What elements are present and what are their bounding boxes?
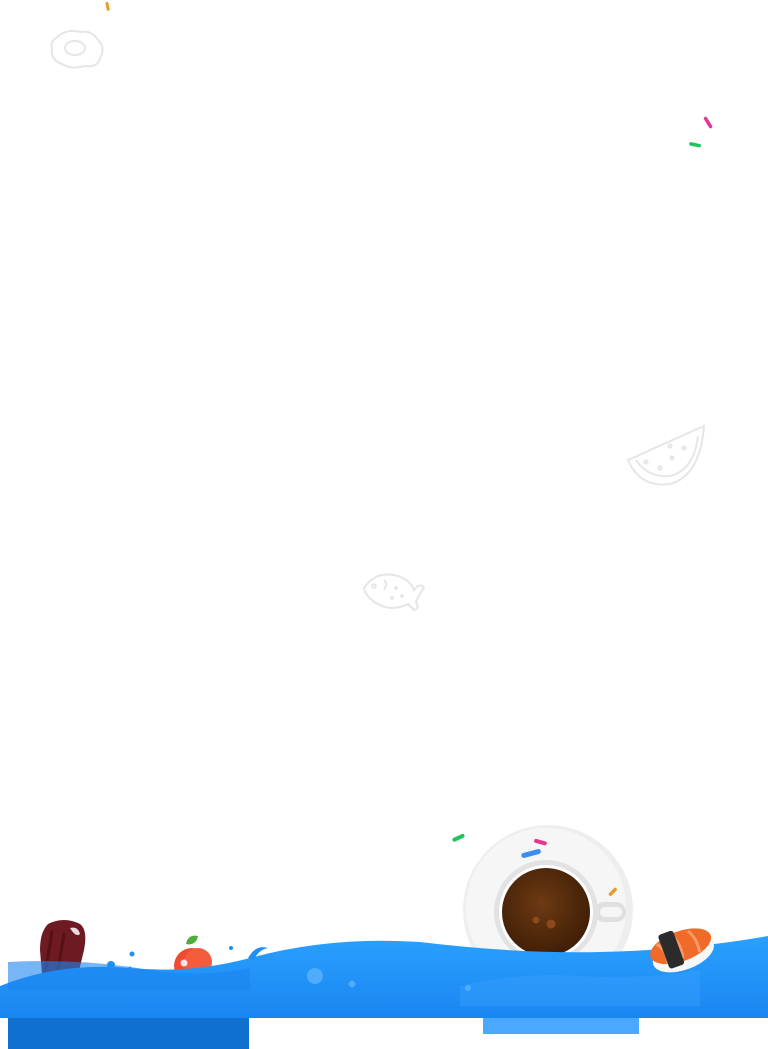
bubble [348,980,356,988]
bubble [129,951,135,957]
bubble [307,968,323,984]
bubble [465,985,471,991]
bottom-scene [0,825,768,1049]
sprinkle-green [452,833,465,842]
bubble [229,946,233,950]
water-wave-back [8,961,250,990]
bubble [128,966,132,970]
bubble [107,961,115,969]
